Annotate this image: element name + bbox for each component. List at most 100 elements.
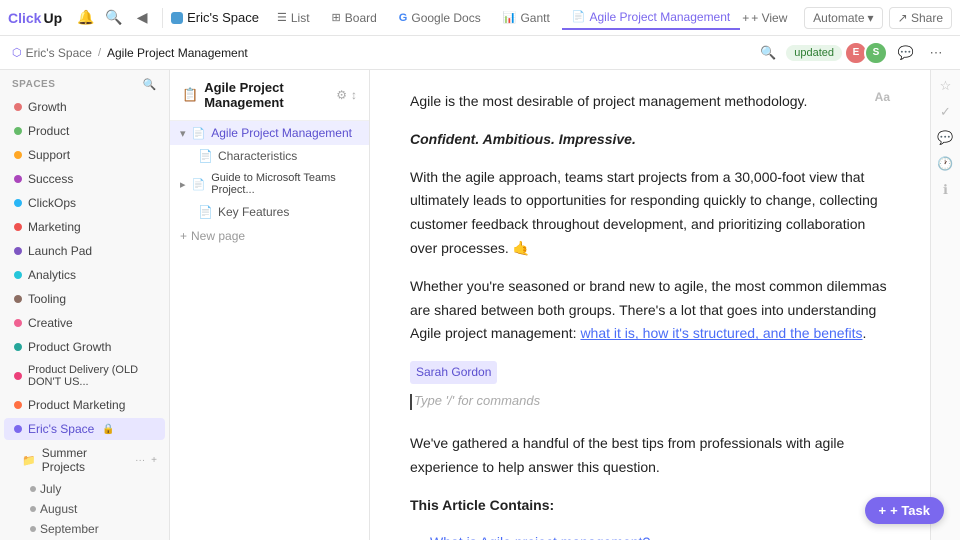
tab-board[interactable]: ⊞ Board (322, 7, 387, 29)
sidebar-item-tooling[interactable]: Tooling (4, 288, 165, 310)
sidebar-item-launch-label: Launch Pad (28, 244, 92, 258)
tab-gantt-label: Gantt (520, 11, 549, 25)
space-icon: ⬡ (12, 46, 22, 59)
breadcrumb-separator: / (98, 47, 101, 59)
aa-button[interactable]: Aa (875, 90, 890, 104)
summer-more-icon[interactable]: ··· (135, 455, 145, 466)
tab-gantt[interactable]: 📊 Gantt (493, 7, 560, 29)
collapse-icon[interactable]: ◀ (130, 6, 154, 30)
rs-clock-icon[interactable]: 🕐 (937, 156, 953, 172)
tab-agile[interactable]: 📄 Agile Project Management (562, 6, 740, 30)
spaces-label: SPACES (12, 79, 55, 90)
sidebar-item-analytics[interactable]: Analytics (4, 264, 165, 286)
mid-sub-key-features[interactable]: 📄 Key Features (170, 201, 369, 223)
guide-icon: 📄 (192, 178, 206, 191)
mid-panel-title: Agile Project Management (204, 80, 330, 110)
sidebar-item-august[interactable]: August (0, 499, 169, 519)
link-1[interactable]: What is Agile project management? (430, 534, 650, 540)
sidebar-item-creative[interactable]: Creative (4, 312, 165, 334)
sidebar-item-analytics-label: Analytics (28, 268, 76, 282)
sidebar-item-product-marketing[interactable]: Product Marketing (4, 394, 165, 416)
task-fab-button[interactable]: + + Task (865, 497, 944, 524)
para1: Agile is the most desirable of project m… (410, 90, 890, 114)
sidebar-item-july[interactable]: July (0, 479, 169, 499)
product-delivery-dot (14, 372, 22, 380)
tooling-dot (14, 295, 22, 303)
mid-sub-key-features-label: Key Features (218, 205, 289, 219)
mid-sub-characteristics[interactable]: 📄 Characteristics (170, 145, 369, 167)
right-sidebar: ☆ ✓ 💬 🕐 ℹ (930, 70, 960, 540)
launch-dot (14, 247, 22, 255)
sidebar-item-erics-space[interactable]: Eric's Space 🔒 (4, 418, 165, 440)
sidebar-item-success[interactable]: Success (4, 168, 165, 190)
chevron-right-icon: ▸ (180, 178, 186, 191)
automate-button[interactable]: Automate ▾ (804, 7, 882, 29)
mid-item-guide-label: Guide to Microsoft Teams Project... (211, 172, 359, 196)
type-slash-prompt[interactable]: Type '/' for commands (410, 384, 890, 422)
success-dot (14, 175, 22, 183)
new-page-button[interactable]: + New page (170, 223, 369, 249)
notifications-icon[interactable]: 🔔 (74, 6, 98, 30)
sub-page-icon: 📄 (198, 149, 213, 163)
sidebar-item-september[interactable]: September (0, 519, 169, 539)
para4-link[interactable]: what it is, how it's structured, and the… (580, 325, 862, 341)
mid-item-agile[interactable]: ▾ 📄 Agile Project Management (170, 121, 369, 145)
chevron-down-icon: ▾ (868, 11, 874, 25)
para4-end: . (862, 325, 866, 341)
rs-star-icon[interactable]: ☆ (940, 78, 952, 94)
sidebar-item-product[interactable]: Product (4, 120, 165, 142)
plus-new-icon: + (180, 229, 187, 243)
tab-bar: ☰ List ⊞ Board G Google Docs 📊 Gantt 📄 A… (267, 6, 787, 30)
doc-body: Agile is the most desirable of project m… (410, 90, 890, 540)
share-label: Share (911, 11, 943, 25)
sidebar-item-marketing-label: Marketing (28, 220, 81, 234)
chevron-down-icon: ▾ (180, 127, 186, 140)
app-logo: ClickUp (8, 10, 62, 26)
sidebar-item-creative-label: Creative (28, 316, 73, 330)
breadcrumb-right: 🔍 updated E S 💬 ⋯ (756, 41, 948, 65)
space-selector[interactable]: Eric's Space (171, 10, 259, 25)
sidebar-item-product-marketing-label: Product Marketing (28, 398, 125, 412)
sidebar-item-marketing[interactable]: Marketing (4, 216, 165, 238)
rs-comment-icon[interactable]: 💬 (937, 130, 953, 146)
sidebar-item-launch[interactable]: Launch Pad (4, 240, 165, 262)
sort-icon[interactable]: ↕ (351, 88, 357, 102)
share-icon: ↗ (898, 11, 908, 25)
share-button[interactable]: ↗ Share (889, 7, 952, 29)
key-features-icon: 📄 (198, 205, 213, 219)
plus-icon: + (742, 11, 749, 25)
sidebar-item-tooling-label: Tooling (28, 292, 66, 306)
sidebar-item-growth[interactable]: Growth (4, 96, 165, 118)
sidebar-item-product-growth[interactable]: Product Growth (4, 336, 165, 358)
comment-icon[interactable]: 💬 (894, 41, 918, 65)
updated-badge: updated (786, 45, 842, 61)
sidebar-item-product-delivery[interactable]: Product Delivery (OLD DON'T US... (4, 360, 165, 392)
summer-add-icon[interactable]: + (151, 455, 157, 466)
main-layout: SPACES 🔍 Growth Product Support Success … (0, 70, 960, 540)
rs-info-icon[interactable]: ℹ (943, 182, 948, 198)
tab-google-docs[interactable]: G Google Docs (389, 7, 491, 29)
more-icon[interactable]: ⋯ (924, 41, 948, 65)
sidebar-item-support[interactable]: Support (4, 144, 165, 166)
tab-list[interactable]: ☰ List (267, 7, 320, 29)
mention-block: Sarah Gordon Type '/' for commands (410, 360, 890, 422)
filter-icon[interactable]: ⚙ (336, 88, 347, 102)
search-spaces-icon[interactable]: 🔍 (143, 78, 157, 91)
mid-item-guide[interactable]: ▸ 📄 Guide to Microsoft Teams Project... (170, 167, 369, 201)
product-growth-dot (14, 343, 22, 351)
search-breadcrumb-icon[interactable]: 🔍 (756, 41, 780, 65)
content-area[interactable]: Aa Agile is the most desirable of projec… (370, 70, 930, 540)
sidebar-item-september-label: September (40, 522, 99, 536)
add-view-button[interactable]: + + View (742, 11, 787, 25)
breadcrumb-space[interactable]: ⬡ Eric's Space (12, 46, 92, 60)
para5: We've gathered a handful of the best tip… (410, 432, 890, 480)
lock-icon: 🔒 (102, 424, 114, 435)
sidebar-item-summer[interactable]: 📁 Summer Projects ··· + (4, 442, 165, 478)
sidebar-item-clickops[interactable]: ClickOps (4, 192, 165, 214)
search-icon[interactable]: 🔍 (102, 6, 126, 30)
rs-check-icon[interactable]: ✓ (940, 104, 951, 120)
article-links-list: What is Agile project management? When y… (430, 531, 890, 540)
space-dot (171, 12, 183, 24)
cursor (410, 390, 412, 412)
marketing-dot (14, 223, 22, 231)
